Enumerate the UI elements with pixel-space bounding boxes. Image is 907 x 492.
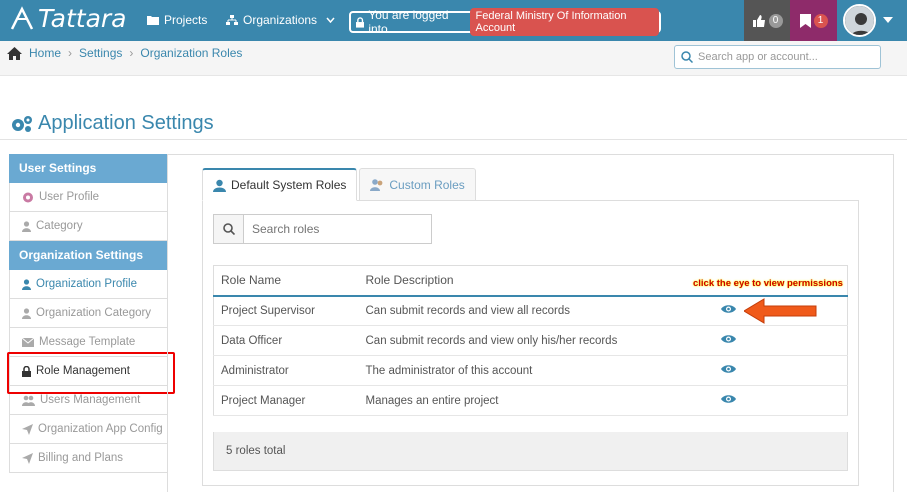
settings-sidebar: User Settings User Profile Category Orga… [9, 154, 168, 473]
role-description: Can submit records and view all records [358, 295, 708, 326]
login-prefix: You are logged into [368, 8, 449, 36]
sidebar-item-label: Category [36, 220, 83, 232]
sidebar-item-org-category[interactable]: Organization Category [9, 299, 168, 328]
role-name: Project Supervisor [213, 295, 359, 326]
thumbs-up-icon [752, 14, 765, 27]
breadcrumb: Home › Settings › Organization Roles [7, 46, 242, 60]
column-header-role-description: Role Description [358, 265, 708, 297]
roles-search-field[interactable] [213, 214, 432, 244]
column-header-role-name: Role Name [213, 265, 359, 297]
user-icon [213, 179, 226, 192]
bookmarks-count: 1 [813, 13, 828, 28]
bookmark-icon [799, 13, 811, 28]
sidebar-section-user-settings: User Settings [9, 154, 168, 183]
nav-projects[interactable]: Projects [147, 13, 207, 27]
eye-icon[interactable] [720, 364, 736, 377]
chevron-down-icon [326, 17, 335, 23]
likes-button[interactable]: 0 [744, 0, 790, 41]
table-row: Administrator The administrator of this … [213, 355, 848, 386]
breadcrumb-settings[interactable]: Settings [79, 46, 122, 60]
role-name: Project Manager [213, 385, 359, 416]
sidebar-item-label: Organization Category [36, 307, 152, 319]
search-icon [681, 51, 693, 63]
user-group-icon [370, 179, 383, 191]
sidebar-item-label: User Profile [39, 191, 100, 203]
search-app-field[interactable]: Search app or account... [674, 45, 881, 69]
app-name: Tattara [38, 4, 127, 33]
role-description: The administrator of this account [358, 355, 708, 386]
nav-organizations[interactable]: Organizations [226, 13, 335, 27]
breadcrumb-separator: › [129, 46, 134, 60]
sidebar-item-org-app-config[interactable]: Organization App Config [9, 415, 168, 444]
role-tabs: Default System Roles Custom Roles [202, 168, 478, 201]
sidebar-item-label: Organization Profile [36, 278, 137, 290]
sidebar-item-label: Organization App Config [38, 423, 163, 435]
role-management-highlight [7, 352, 175, 394]
gears-icon [12, 115, 32, 132]
paper-plane-icon [22, 423, 33, 435]
role-description: Manages an entire project [358, 385, 708, 416]
breadcrumb-separator: › [68, 46, 73, 60]
sidebar-item-label: Users Management [40, 394, 141, 406]
top-navbar: Tattara Projects Organizations You are l… [0, 0, 907, 41]
tab-custom-roles[interactable]: Custom Roles [359, 168, 476, 201]
divider [0, 139, 907, 140]
search-app-placeholder: Search app or account... [698, 51, 818, 63]
annotation-arrow-icon [744, 298, 817, 324]
nav-organizations-label: Organizations [243, 13, 318, 27]
login-status: You are logged into Federal Ministry Of … [349, 8, 661, 36]
users-cog-icon [23, 192, 33, 202]
role-description: Can submit records and view only his/her… [358, 325, 708, 356]
user-icon [22, 278, 31, 290]
avatar[interactable] [843, 4, 876, 37]
sidebar-item-billing[interactable]: Billing and Plans [9, 444, 168, 473]
eye-icon[interactable] [720, 304, 736, 317]
annotation-text: click the eye to view permissions [693, 278, 843, 289]
app-logo[interactable]: Tattara [8, 4, 127, 33]
sitemap-icon [226, 14, 238, 25]
tab-default-roles[interactable]: Default System Roles [202, 168, 358, 201]
table-row: Project Manager Manages an entire projec… [213, 385, 848, 416]
page-title-text: Application Settings [38, 112, 214, 134]
tab-label: Default System Roles [231, 178, 347, 192]
breadcrumb-home[interactable]: Home [29, 46, 61, 60]
user-icon [22, 307, 31, 319]
table-row: Data Officer Can submit records and view… [213, 325, 848, 356]
sidebar-item-category[interactable]: Category [9, 212, 168, 241]
sidebar-item-label: Billing and Plans [38, 452, 124, 464]
nav-projects-label: Projects [164, 13, 208, 27]
likes-count: 0 [768, 13, 783, 28]
lock-icon [356, 16, 365, 28]
sidebar-item-user-profile[interactable]: User Profile [9, 183, 168, 212]
page-title: Application Settings [10, 112, 214, 135]
tab-label: Custom Roles [389, 177, 465, 192]
sidebar-item-org-profile[interactable]: Organization Profile [9, 270, 168, 299]
roles-search-input[interactable] [244, 215, 430, 243]
caret-down-icon[interactable] [883, 17, 893, 23]
user-photo-icon [845, 6, 874, 35]
sidebar-item-label: Message Template [39, 336, 136, 348]
sidebar-section-org-settings: Organization Settings [9, 241, 168, 270]
envelope-icon [22, 337, 34, 347]
user-icon [22, 220, 31, 232]
search-icon [214, 215, 244, 243]
logo-icon [10, 5, 34, 30]
account-badge[interactable]: Federal Ministry Of Information Account [470, 8, 659, 36]
paper-plane-icon [22, 452, 33, 464]
roles-total: 5 roles total [213, 432, 848, 471]
users-icon [22, 395, 35, 406]
folder-icon [147, 16, 159, 25]
home-icon[interactable] [7, 46, 22, 60]
breadcrumb-bar: Home › Settings › Organization Roles Sea… [0, 41, 907, 76]
role-name: Administrator [213, 355, 359, 386]
breadcrumb-current[interactable]: Organization Roles [140, 46, 242, 60]
eye-icon[interactable] [720, 394, 736, 407]
bookmarks-button[interactable]: 1 [790, 0, 837, 41]
role-name: Data Officer [213, 325, 359, 356]
eye-icon[interactable] [720, 334, 736, 347]
